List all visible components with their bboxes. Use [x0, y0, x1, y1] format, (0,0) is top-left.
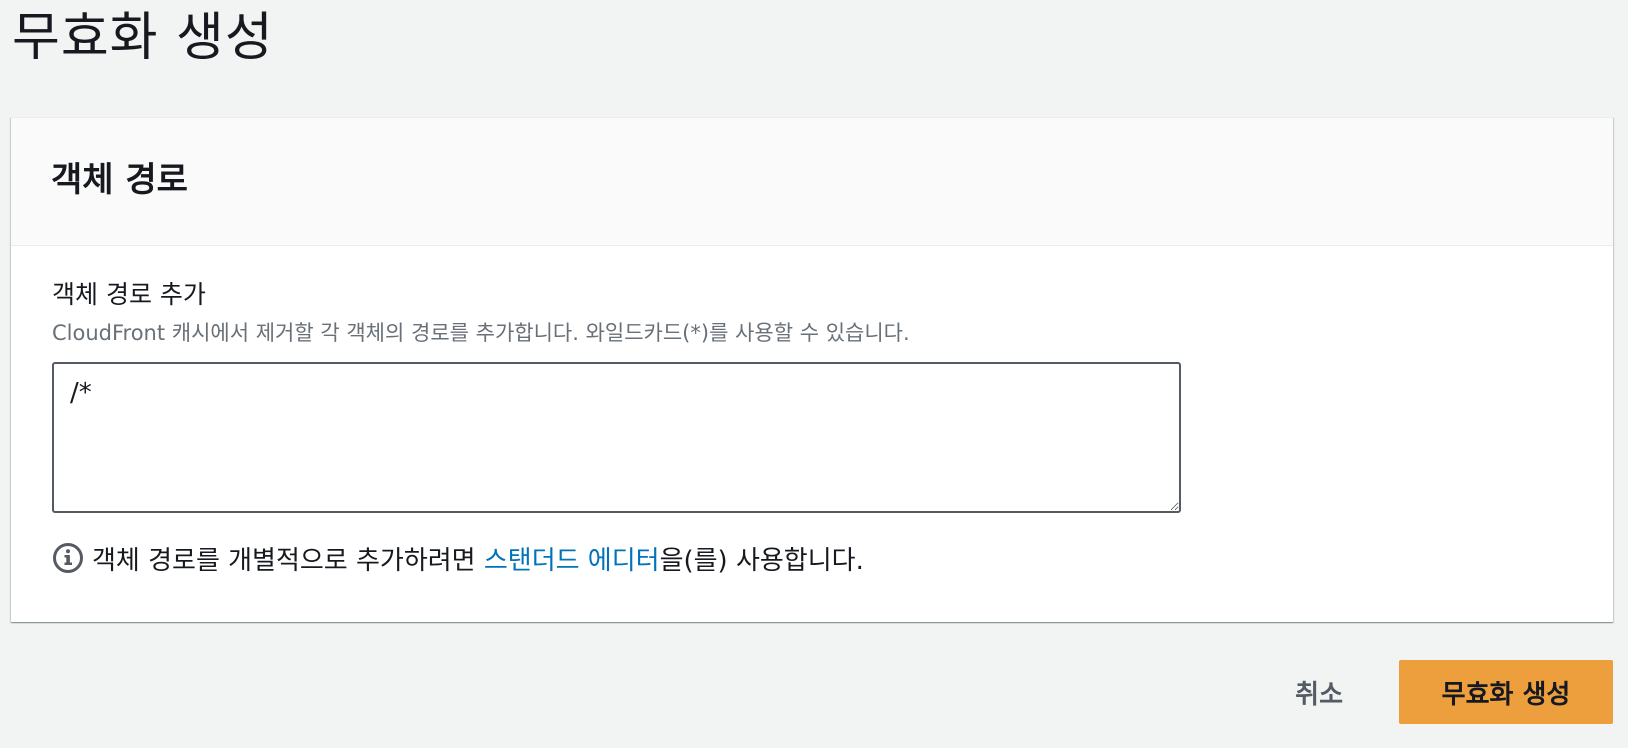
object-paths-panel: 객체 경로 객체 경로 추가 CloudFront 캐시에서 제거할 각 객체의…: [11, 117, 1613, 622]
object-paths-label: 객체 경로 추가: [52, 280, 206, 309]
object-paths-textarea[interactable]: [52, 362, 1181, 513]
panel-header: 객체 경로: [11, 118, 1613, 246]
create-invalidation-button[interactable]: 무효화 생성: [1399, 660, 1613, 724]
panel-title: 객체 경로: [51, 160, 188, 200]
standard-editor-link[interactable]: 스탠더드 에디터: [484, 540, 660, 577]
info-text-suffix: 을(를) 사용합니다.: [659, 545, 864, 576]
object-paths-description: CloudFront 캐시에서 제거할 각 객체의 경로를 추가합니다. 와일드…: [52, 321, 910, 345]
form-actions: 취소 무효화 생성: [1271, 660, 1613, 724]
page-title: 무효화 생성: [12, 8, 274, 68]
info-message: 객체 경로를 개별적으로 추가하려면 스탠더드 에디터 을(를) 사용합니다.: [52, 538, 864, 578]
cancel-button[interactable]: 취소: [1271, 660, 1367, 724]
info-icon: [53, 543, 83, 573]
info-text-prefix: 객체 경로를 개별적으로 추가하려면: [92, 545, 484, 576]
